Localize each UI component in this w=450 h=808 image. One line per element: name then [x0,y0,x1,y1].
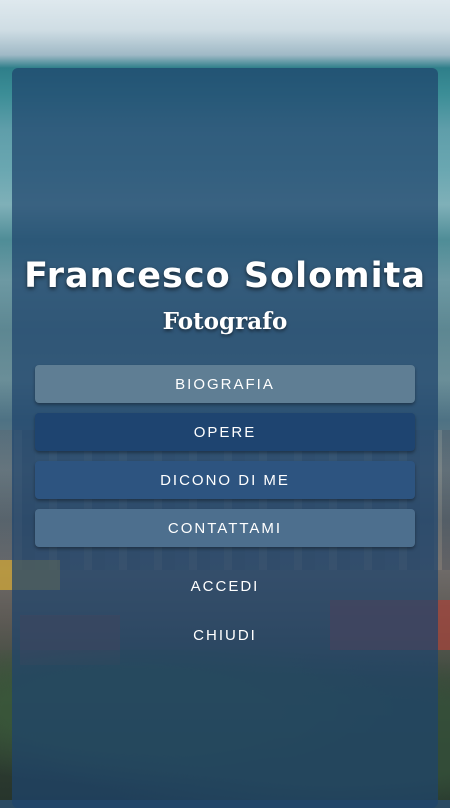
menu-button-contattami[interactable]: CONTATTAMI [35,509,415,547]
login-link[interactable]: ACCEDI [35,571,415,601]
menu-button-dicono-di-me[interactable]: DICONO DI ME [35,461,415,499]
menu-button-opere[interactable]: OPERE [35,413,415,451]
close-link[interactable]: CHIUDI [35,620,415,650]
photographer-name: Francesco Solomita [24,256,426,296]
menu-button-biografia[interactable]: BIOGRAFIA [35,365,415,403]
photographer-role: Fotografo [162,308,288,335]
